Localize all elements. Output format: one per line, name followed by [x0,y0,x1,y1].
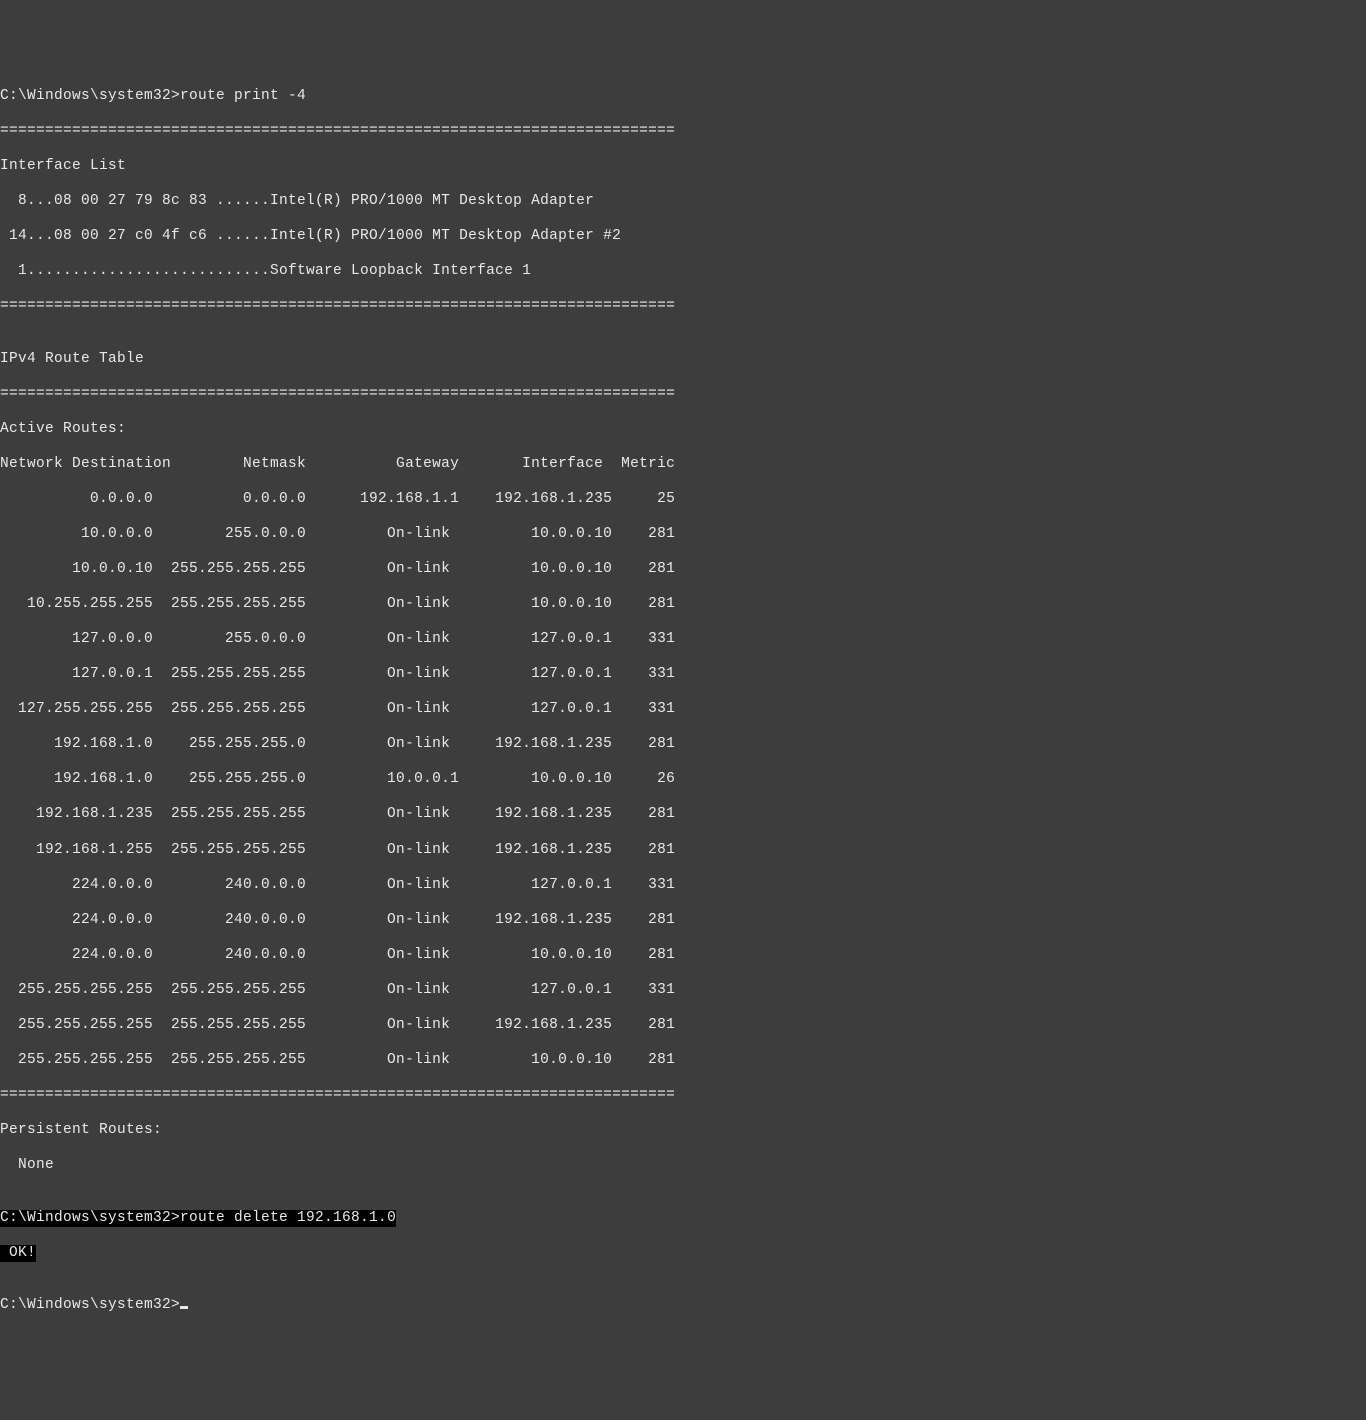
route-row: 255.255.255.255 255.255.255.255 On-link … [0,1017,1366,1035]
route-row: 224.0.0.0 240.0.0.0 On-link 10.0.0.10 28… [0,947,1366,965]
divider-line: ========================================… [0,298,1366,316]
route-row: 10.0.0.10 255.255.255.255 On-link 10.0.0… [0,561,1366,579]
prompt-path: C:\Windows\system32> [0,88,180,104]
interface-entry: 14...08 00 27 c0 4f c6 ......Intel(R) PR… [0,228,1366,246]
route-row: 127.0.0.1 255.255.255.255 On-link 127.0.… [0,666,1366,684]
command-text: route print -4 [180,88,306,104]
route-row: 192.168.1.235 255.255.255.255 On-link 19… [0,806,1366,824]
route-row: 192.168.1.0 255.255.255.0 10.0.0.1 10.0.… [0,771,1366,789]
divider-line: ========================================… [0,386,1366,404]
command-text: route delete 192.168.1.0 [180,1210,396,1226]
route-row: 192.168.1.255 255.255.255.255 On-link 19… [0,842,1366,860]
route-row: 0.0.0.0 0.0.0.0 192.168.1.1 192.168.1.23… [0,491,1366,509]
column-headers: Network Destination Netmask Gateway Inte… [0,456,1366,474]
active-routes-header: Active Routes: [0,421,1366,439]
interface-entry: 8...08 00 27 79 8c 83 ......Intel(R) PRO… [0,193,1366,211]
persistent-routes-header: Persistent Routes: [0,1122,1366,1140]
prompt-path: C:\Windows\system32> [0,1210,180,1226]
route-row: 255.255.255.255 255.255.255.255 On-link … [0,1052,1366,1070]
divider-line: ========================================… [0,1087,1366,1105]
route-row: 127.0.0.0 255.0.0.0 On-link 127.0.0.1 33… [0,631,1366,649]
highlighted-block: OK! [0,1245,36,1263]
route-row: 127.255.255.255 255.255.255.255 On-link … [0,701,1366,719]
highlighted-block: C:\Windows\system32>route delete 192.168… [0,1210,396,1228]
route-row: 224.0.0.0 240.0.0.0 On-link 127.0.0.1 33… [0,877,1366,895]
highlighted-command-line: C:\Windows\system32>route delete 192.168… [0,1210,1366,1228]
route-row: 255.255.255.255 255.255.255.255 On-link … [0,982,1366,1000]
route-row: 192.168.1.0 255.255.255.0 On-link 192.16… [0,736,1366,754]
current-prompt-line[interactable]: C:\Windows\system32> [0,1297,1366,1315]
interface-list-header: Interface List [0,158,1366,176]
route-row: 224.0.0.0 240.0.0.0 On-link 192.168.1.23… [0,912,1366,930]
cursor-icon [180,1306,188,1309]
persistent-routes-none: None [0,1157,1366,1175]
route-row: 10.255.255.255 255.255.255.255 On-link 1… [0,596,1366,614]
route-row: 10.0.0.0 255.0.0.0 On-link 10.0.0.10 281 [0,526,1366,544]
route-table-title: IPv4 Route Table [0,351,1366,369]
divider-line: ========================================… [0,123,1366,141]
terminal-output[interactable]: C:\Windows\system32>route print -4 =====… [0,70,1366,1332]
prompt-path: C:\Windows\system32> [0,1297,180,1313]
interface-entry: 1...........................Software Loo… [0,263,1366,281]
highlighted-ok-line: OK! [0,1245,1366,1263]
command-line-1: C:\Windows\system32>route print -4 [0,88,1366,106]
